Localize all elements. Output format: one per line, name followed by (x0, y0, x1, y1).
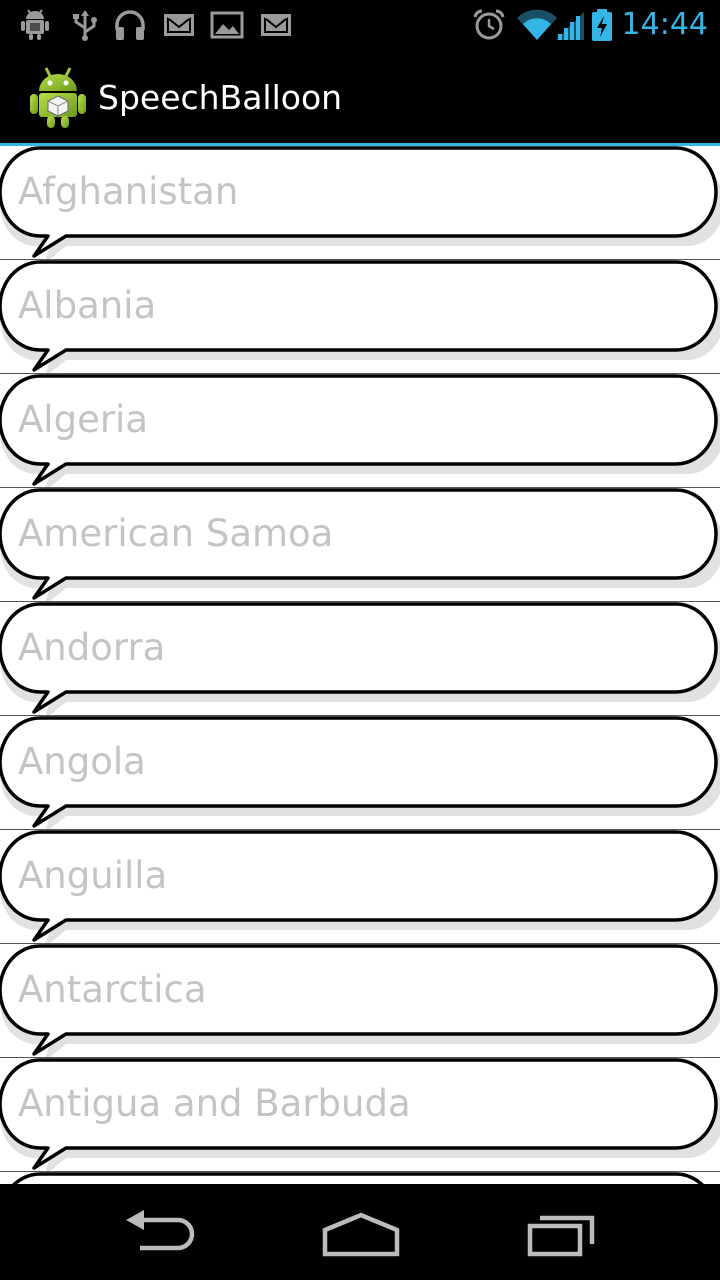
list-item-label: Angola (18, 740, 146, 783)
headset-icon (115, 10, 145, 40)
status-time: 14:44 (621, 7, 708, 42)
list-item-label: Andorra (18, 626, 166, 669)
list-item[interactable]: Antigua and Barbuda (0, 1058, 720, 1172)
battery-charging-icon (592, 9, 612, 41)
list-item[interactable]: Algeria (0, 374, 720, 488)
list-item[interactable]: Angola (0, 716, 720, 830)
list-item[interactable]: Andorra (0, 602, 720, 716)
list-item[interactable] (0, 1172, 720, 1184)
list-item-label: Antigua and Barbuda (18, 1082, 411, 1125)
gmail-icon (164, 14, 194, 36)
action-bar: SpeechBalloon (0, 50, 720, 146)
list-item-label: Anguilla (18, 854, 168, 897)
signal-icon (556, 12, 584, 40)
list-item[interactable]: Afghanistan (0, 146, 720, 260)
list-item-label: Albania (18, 284, 157, 327)
app-title: SpeechBalloon (98, 78, 343, 117)
back-icon[interactable] (116, 1202, 206, 1262)
gallery-icon (210, 11, 244, 39)
list-item[interactable]: American Samoa (0, 488, 720, 602)
gmail-icon (261, 14, 291, 36)
list-item[interactable]: Anguilla (0, 830, 720, 944)
list-item[interactable]: Albania (0, 260, 720, 374)
navigation-bar (0, 1184, 720, 1280)
list-item-label: Algeria (18, 398, 149, 441)
country-list[interactable]: Afghanistan Albania Algeria American Sam… (0, 146, 720, 1184)
android-robot-icon (30, 67, 86, 128)
list-item[interactable]: Antarctica (0, 944, 720, 1058)
list-item-label: Afghanistan (18, 170, 239, 213)
recent-apps-icon[interactable] (518, 1202, 608, 1262)
status-bar: 14:44 (0, 0, 720, 50)
alarm-icon (473, 9, 505, 40)
list-item-label: American Samoa (18, 512, 334, 555)
usb-icon (73, 10, 97, 41)
list-item-label: Antarctica (18, 968, 207, 1011)
wifi-icon (517, 9, 557, 40)
home-icon[interactable] (316, 1202, 406, 1262)
android-debug-icon (21, 9, 49, 40)
speech-balloon (12, 1172, 704, 1184)
